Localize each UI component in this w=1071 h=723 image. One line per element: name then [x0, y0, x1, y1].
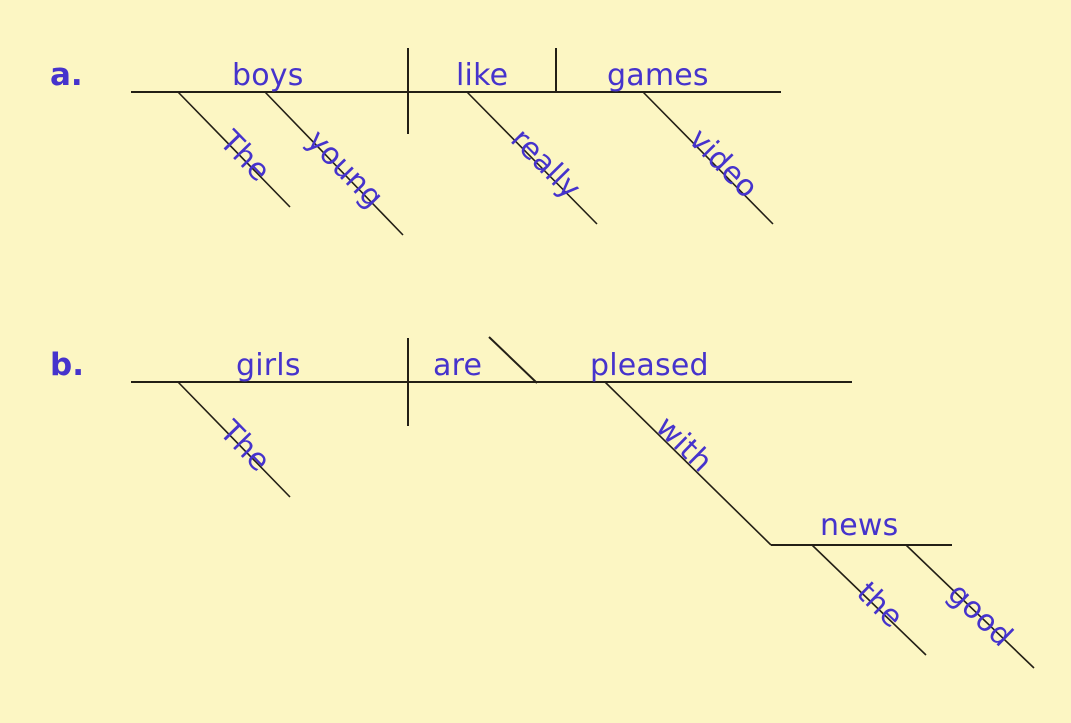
word-like: like	[456, 58, 509, 93]
verb-complement-backslash-b	[488, 336, 538, 384]
diagram-stage: a. boys like games The young really vide…	[0, 0, 1071, 723]
word-boys: boys	[232, 58, 304, 93]
word-pleased: pleased	[590, 348, 709, 383]
diagram-label-a: a.	[50, 57, 83, 93]
diagram-label-b: b.	[50, 347, 84, 383]
word-games: games	[607, 58, 709, 93]
word-news: news	[820, 508, 899, 543]
word-girls: girls	[236, 348, 301, 383]
sentence-diagram-lines	[131, 48, 1035, 669]
word-are: are	[433, 348, 483, 383]
